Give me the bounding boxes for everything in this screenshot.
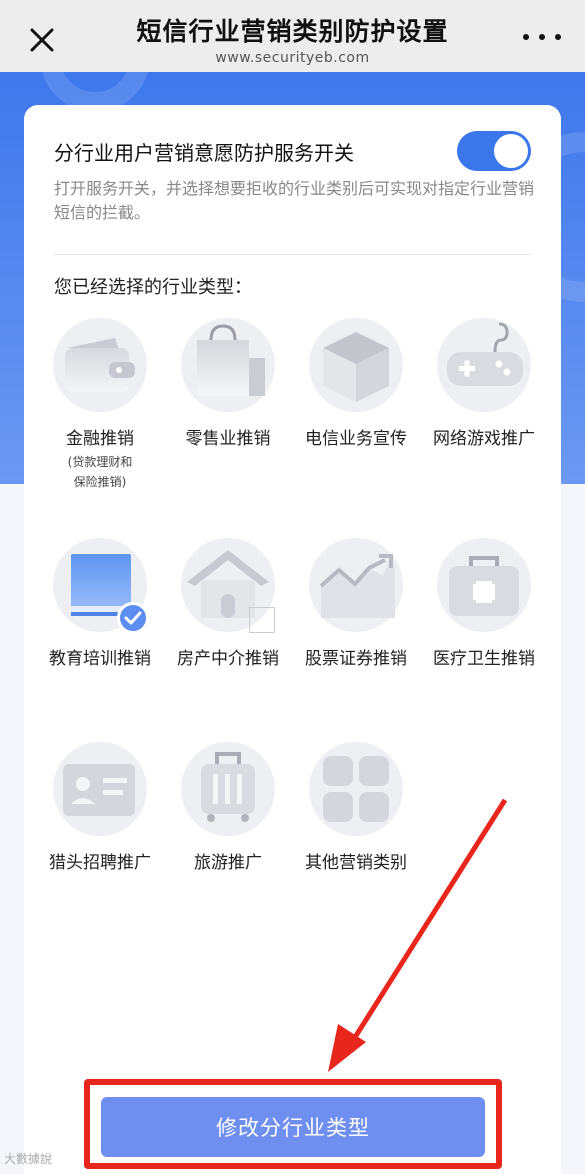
- grid-icon: [309, 742, 403, 836]
- service-toggle[interactable]: [457, 131, 531, 171]
- category-label: 其他营销类别: [305, 853, 407, 873]
- category-real-estate[interactable]: 房产中介推销: [164, 538, 292, 672]
- book-icon: [53, 538, 149, 634]
- category-stocks[interactable]: 股票证券推销: [292, 538, 420, 672]
- category-label: 猎头招聘推广: [49, 853, 151, 873]
- category-label: 教育培训推销: [49, 649, 151, 669]
- page-title: 短信行业营销类别防护设置: [136, 17, 449, 46]
- wallet-icon: [53, 318, 147, 412]
- box-icon: [309, 318, 403, 412]
- category-label: 网络游戏推广: [433, 429, 535, 449]
- service-description: 打开服务开关，并选择想要拒收的行业类别后可实现对指定行业营销短信的拦截。: [54, 179, 535, 222]
- more-options-icon[interactable]: [523, 26, 561, 48]
- category-telecom[interactable]: 电信业务宣传: [292, 318, 420, 452]
- category-other[interactable]: 其他营销类别: [292, 742, 420, 876]
- medical-kit-icon: [437, 538, 531, 632]
- category-finance[interactable]: 金融推销 (贷款理财和保险推销): [36, 318, 164, 492]
- id-card-icon: [53, 742, 147, 836]
- category-label: 金融推销: [66, 429, 134, 449]
- toggle-label: 分行业用户营销意愿防护服务开关: [54, 141, 354, 165]
- watermark: 大數據說: [4, 1152, 53, 1166]
- shopping-bag-icon: [181, 318, 275, 412]
- category-travel[interactable]: 旅游推广: [164, 742, 292, 876]
- category-label: 房产中介推销: [177, 649, 279, 669]
- category-label: 零售业推销: [185, 429, 271, 449]
- toggle-row: 分行业用户营销意愿防护服务开关: [54, 131, 531, 175]
- category-retail[interactable]: 零售业推销: [164, 318, 292, 452]
- selected-check-icon: [117, 602, 149, 634]
- category-sublabel: (贷款理财和保险推销): [67, 455, 133, 489]
- title-bar: 短信行业营销类别防护设置 www.securityeb.com: [0, 0, 585, 72]
- gamepad-icon: [437, 318, 531, 412]
- category-label: 电信业务宣传: [305, 429, 407, 449]
- category-medical[interactable]: 医疗卫生推销: [420, 538, 548, 672]
- luggage-icon: [181, 742, 275, 836]
- page-url: www.securityeb.com: [215, 50, 370, 66]
- divider: [54, 254, 531, 255]
- category-label: 医疗卫生推销: [433, 649, 535, 669]
- modify-category-button[interactable]: 修改分行业类型: [101, 1097, 485, 1157]
- stock-chart-icon: [309, 538, 403, 632]
- placeholder-box: [249, 607, 275, 633]
- category-label: 旅游推广: [194, 853, 262, 873]
- category-games[interactable]: 网络游戏推广: [420, 318, 548, 452]
- category-label: 股票证券推销: [305, 649, 407, 669]
- category-headhunting[interactable]: 猎头招聘推广: [36, 742, 164, 876]
- category-education[interactable]: 教育培训推销: [36, 538, 164, 672]
- section-title: 您已经选择的行业类型：: [54, 277, 252, 298]
